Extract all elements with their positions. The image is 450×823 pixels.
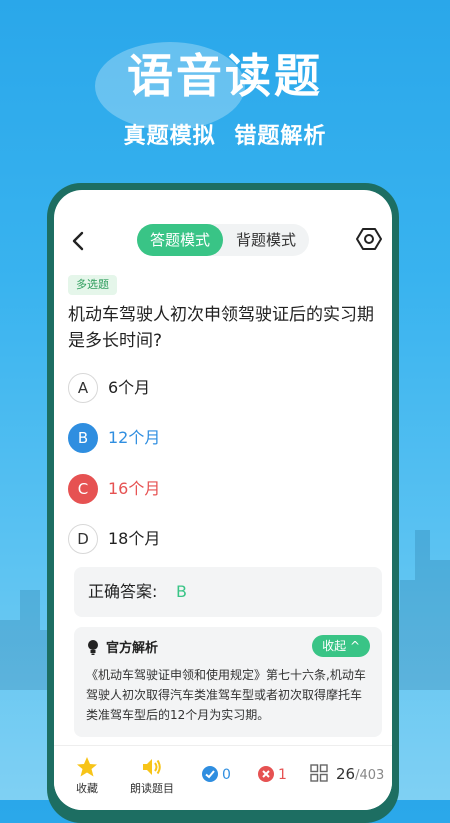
hexagon-settings-icon[interactable] xyxy=(356,226,382,252)
analysis-text: 《机动车驾驶证申领和使用规定》第七十六条,机动车驾驶人初次取得汽车类准驾车型或者… xyxy=(86,668,366,722)
correct-count: 0 xyxy=(202,766,231,783)
question-progress[interactable]: 26/403 xyxy=(310,764,384,783)
bottom-toolbar: 收藏 朗读题目 0 1 26/403 xyxy=(54,745,392,810)
option-letter: B xyxy=(68,423,98,453)
phone-screen: 答题模式 背题模式 多选题 机动车驾驶人初次申领驾驶证后的实习期是多长时间? A… xyxy=(54,190,392,810)
option-a[interactable]: A 6个月 xyxy=(68,373,368,403)
tab-memorize-mode[interactable]: 背题模式 xyxy=(223,224,309,256)
chevron-left-icon[interactable] xyxy=(68,230,90,252)
x-circle-icon xyxy=(258,766,274,782)
correct-answer-label: 正确答案: xyxy=(88,582,158,601)
star-icon xyxy=(77,757,97,777)
question-type-badge: 多选题 xyxy=(68,275,117,295)
correct-answer-value: B xyxy=(176,582,187,601)
correct-answer-box: 正确答案: B xyxy=(74,567,382,617)
option-text: 6个月 xyxy=(108,378,151,397)
option-letter: C xyxy=(68,474,98,504)
lightbulb-icon xyxy=(88,640,98,655)
option-c[interactable]: C 16个月 xyxy=(68,474,368,504)
option-text: 18个月 xyxy=(108,529,161,548)
option-letter: D xyxy=(68,524,98,554)
collapse-button[interactable]: 收起 ^ xyxy=(312,635,370,657)
option-d[interactable]: D 18个月 xyxy=(68,524,368,554)
speaker-icon xyxy=(143,759,161,775)
favorite-label: 收藏 xyxy=(76,782,98,795)
question-text: 机动车驾驶人初次申领驾驶证后的实习期是多长时间? xyxy=(68,305,374,351)
wrong-count-value: 1 xyxy=(278,767,287,783)
analysis-title: 官方解析 xyxy=(106,641,159,656)
check-circle-icon xyxy=(202,766,218,782)
total-questions: /403 xyxy=(355,768,385,783)
option-b[interactable]: B 12个月 xyxy=(68,423,368,453)
read-aloud-label: 朗读题目 xyxy=(130,782,174,795)
correct-count-value: 0 xyxy=(222,767,231,783)
mode-switch: 答题模式 背题模式 xyxy=(137,224,309,256)
read-aloud-button[interactable]: 朗读题目 xyxy=(130,756,174,796)
current-question: 26 xyxy=(336,765,356,783)
grid-icon xyxy=(310,764,328,782)
promo-subtitle: 真题模拟 错题解析 xyxy=(123,124,327,149)
option-letter: A xyxy=(68,373,98,403)
option-text: 12个月 xyxy=(108,428,161,447)
favorite-button[interactable]: 收藏 xyxy=(76,756,98,796)
wrong-count: 1 xyxy=(258,766,287,783)
option-text: 16个月 xyxy=(108,479,161,498)
official-analysis-panel: 官方解析 收起 ^ 《机动车驾驶证申领和使用规定》第七十六条,机动车驾驶人初次取… xyxy=(74,627,382,737)
promo-title: 语音读题 xyxy=(127,49,323,103)
tab-answer-mode[interactable]: 答题模式 xyxy=(137,224,223,256)
